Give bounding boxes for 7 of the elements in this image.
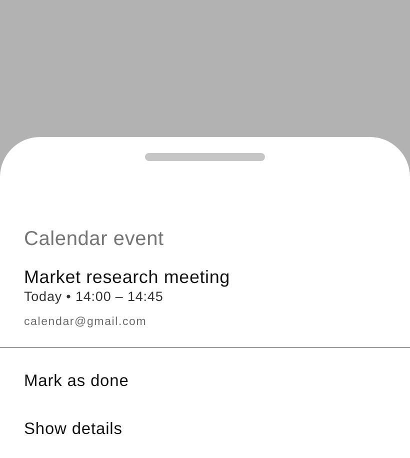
account-email: calendar@gmail.com [24, 315, 148, 330]
action-item[interactable]: Mark as done [0, 357, 410, 405]
action-item[interactable]: Show details [0, 405, 410, 453]
sheet-title: Calendar event [24, 227, 165, 251]
event-time: Today • 14:00 – 14:45 [24, 288, 164, 306]
event-title: Market research meeting [24, 266, 231, 288]
drag-handle[interactable] [145, 153, 265, 161]
